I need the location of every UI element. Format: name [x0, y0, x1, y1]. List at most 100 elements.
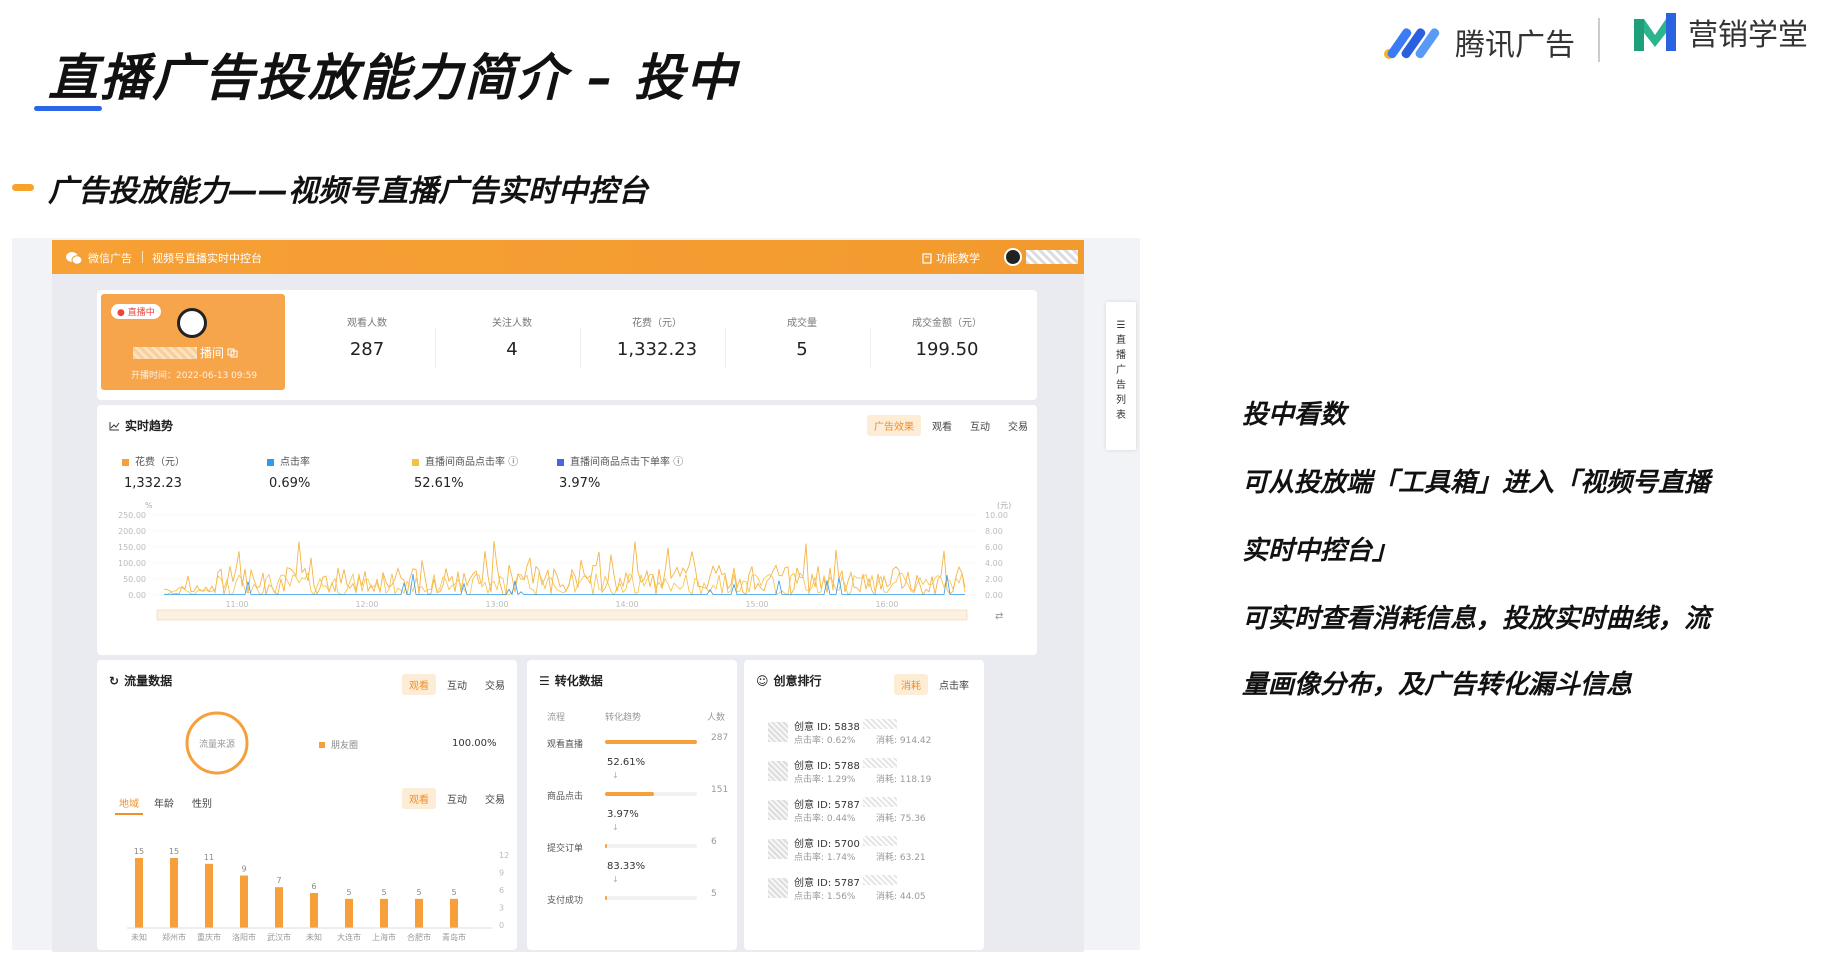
creative-id: 创意 ID: 5787 [794, 878, 860, 889]
region-bar[interactable] [415, 898, 423, 928]
tab-view[interactable]: 观看 [925, 415, 959, 436]
tab-view[interactable]: 观看 [402, 674, 436, 695]
bar-value-label: 5 [346, 888, 351, 897]
creative-id: 创意 ID: 5838 [794, 722, 860, 733]
bar-value-label: 11 [204, 853, 214, 862]
user-menu[interactable] [1004, 247, 1079, 267]
y-right-tick: 8.00 [985, 527, 1003, 536]
x-tick: 15:00 [745, 600, 768, 609]
region-bar[interactable] [275, 887, 283, 928]
user-avatar [1004, 248, 1022, 266]
creative-ctr: 点击率: 1.56% [794, 892, 856, 902]
bar-value-label: 9 [241, 865, 246, 874]
arrow-down-icon: ↓ [612, 823, 619, 832]
creative-item[interactable]: 创意 ID: 5788 点击率: 1.29% 消耗: 118.19 [768, 757, 968, 789]
expand-icon[interactable]: ⇄ [995, 611, 1003, 622]
legend-product-ctr[interactable]: 直播间商品点击率 ⓘ 52.61% [412, 453, 518, 491]
time-range-slider[interactable] [156, 609, 968, 621]
x-tick: 16:00 [875, 600, 898, 609]
traffic-source-donut: 流量来源 [185, 711, 249, 775]
switch-icon[interactable] [227, 348, 238, 358]
title-underline [34, 106, 102, 111]
region-bar[interactable] [345, 898, 353, 928]
region-bar[interactable] [170, 858, 178, 928]
funnel-step: 提交订单 6 [527, 837, 737, 855]
tab-ctr[interactable]: 点击率 [932, 674, 976, 695]
creative-item[interactable]: 创意 ID: 5700 点击率: 1.74% 消耗: 63.21 [768, 835, 968, 867]
bar-category-label: 重庆市 [197, 932, 221, 942]
book-icon [922, 252, 932, 264]
creative-id: 创意 ID: 5787 [794, 800, 860, 811]
tab-trade[interactable]: 交易 [1001, 415, 1035, 436]
stat-divider [580, 328, 581, 368]
creative-thumbnail [768, 761, 788, 781]
funnel-step-name: 支付成功 [547, 896, 584, 906]
stat-label: 观看人数 [347, 318, 387, 329]
tab-cost[interactable]: 消耗 [894, 674, 928, 695]
stat-spend: 花费（元） 1,332.23 [587, 314, 727, 360]
tab-interact[interactable]: 互动 [440, 788, 474, 809]
funnel-step-count: 6 [711, 837, 717, 847]
help-icon[interactable]: ⓘ [673, 457, 683, 468]
help-link[interactable]: 功能教学 [922, 250, 980, 266]
traffic-tabs: 观看 互动 交易 [402, 674, 512, 695]
region-bar[interactable] [135, 858, 143, 928]
region-bar[interactable] [310, 893, 318, 928]
tab-ad-effect[interactable]: 广告效果 [867, 415, 921, 436]
tab-trade[interactable]: 交易 [478, 674, 512, 695]
y-tick: 6 [499, 886, 504, 895]
legend-ctr[interactable]: 点击率 0.69% [267, 453, 310, 491]
right-text-line: 量画像分布，及广告转化漏斗信息 [1242, 670, 1633, 700]
stat-label: 关注人数 [492, 318, 532, 329]
bar-category-label: 郑州市 [162, 932, 186, 942]
y-tick: 0 [499, 921, 504, 930]
bar-value-label: 5 [381, 888, 386, 897]
tab-interact[interactable]: 互动 [440, 674, 474, 695]
right-text-line: 可从投放端「工具箱」进入「视频号直播 [1242, 468, 1711, 498]
stat-divider [725, 328, 726, 368]
y-left-tick: 50.00 [123, 575, 146, 584]
funnel-bar-fill [605, 740, 697, 744]
brand-label: 微信广告 [88, 252, 132, 265]
portrait-metric-tabs: 观看 互动 交易 [402, 788, 512, 809]
tab-trade[interactable]: 交易 [478, 788, 512, 809]
legend-value: 52.61% [414, 476, 464, 491]
console-topbar: 微信广告 视频号直播实时中控台 功能教学 [52, 240, 1084, 274]
funnel-rate: 3.97% [607, 809, 639, 820]
creative-rank-card: ☺ 创意排行 消耗 点击率 创意 ID: 5838 点击率: 0.62% 消耗: 9… [744, 660, 984, 950]
tab-view[interactable]: 观看 [402, 788, 436, 809]
wechat-ads-brand[interactable]: 微信广告 [66, 250, 132, 266]
realtime-trend-chart[interactable]: % (元) 250.00 200.00 150.00 100.00 50.00 0.00 1… [97, 495, 1037, 645]
creative-item[interactable]: 创意 ID: 5787 点击率: 1.56% 消耗: 44.05 [768, 874, 968, 906]
col-trend: 转化趋势 [605, 713, 642, 723]
help-icon[interactable]: ⓘ [508, 457, 518, 468]
conversion-data-card: ☰ 转化数据 流程 转化趋势 人数 观看直播 287 52.61% ↓ 商品点击 151 3… [527, 660, 737, 950]
creative-thumbnail [768, 722, 788, 742]
refresh-icon: ↻ [109, 673, 120, 688]
region-bar[interactable] [205, 863, 213, 928]
creative-thumbnail [768, 800, 788, 820]
creative-id-mask [863, 758, 897, 768]
legend-dot [412, 458, 419, 466]
tab-interact[interactable]: 互动 [963, 415, 997, 436]
region-bar[interactable] [380, 898, 388, 928]
legend-order-rate[interactable]: 直播间商品点击下单率 ⓘ 3.97% [557, 453, 683, 491]
y-left-tick: 150.00 [118, 543, 146, 552]
creative-item[interactable]: 创意 ID: 5787 点击率: 0.44% 消耗: 75.36 [768, 796, 968, 828]
sidetab-char: 表 [1116, 410, 1126, 421]
right-text-line: 实时中控台」 [1242, 536, 1399, 566]
live-room-box[interactable]: ● 直播中 播间 开播时间：2022-06-13 09:59 [101, 294, 285, 390]
creative-id-mask [863, 875, 897, 885]
series-spend-line [163, 541, 966, 597]
stat-value: 5 [796, 339, 808, 360]
region-bar[interactable] [450, 898, 458, 928]
funnel-step: 支付成功 5 [527, 889, 737, 907]
legend-spend[interactable]: 花费（元） 1,332.23 [122, 453, 185, 491]
live-ad-list-sidetab[interactable]: ☰ 直 播 广 告 列 表 [1106, 302, 1136, 450]
legend-dot [267, 458, 274, 466]
creative-id: 创意 ID: 5788 [794, 761, 860, 772]
creative-item[interactable]: 创意 ID: 5838 点击率: 0.62% 消耗: 914.42 [768, 718, 968, 750]
region-bar[interactable] [240, 875, 248, 929]
funnel-rate: 52.61% [607, 757, 646, 768]
stat-label: 花费（元） [632, 318, 682, 329]
